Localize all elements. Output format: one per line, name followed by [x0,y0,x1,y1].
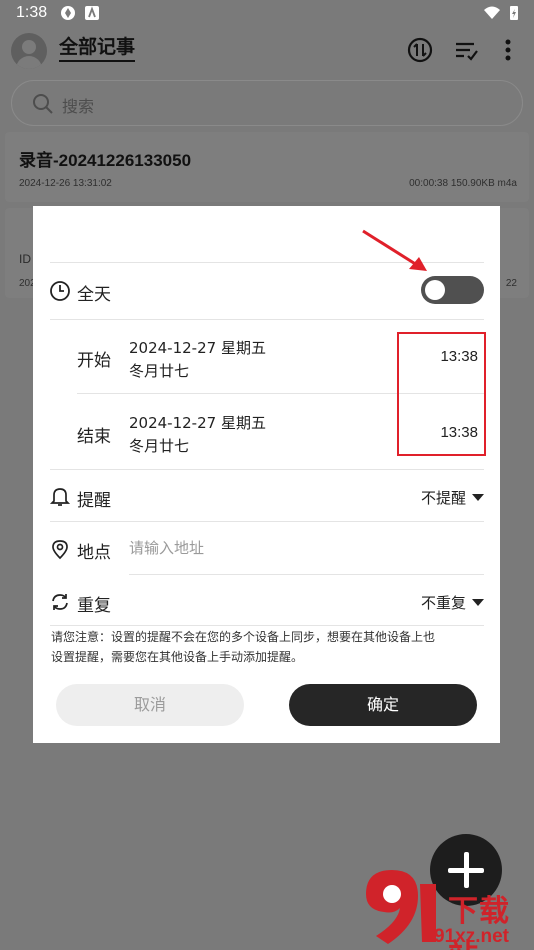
avatar[interactable] [11,33,47,69]
end-date[interactable]: 2024-12-27 星期五 [129,412,266,433]
location-label: 地点 [77,543,111,563]
search-placeholder: 搜索 [62,97,95,116]
annotation-box [397,332,486,456]
divider [50,521,484,522]
repeat-select[interactable]: 不重复 [421,592,484,613]
status-bar: 1:38 [0,0,534,28]
page-title[interactable]: 全部记事 [59,36,136,62]
repeat-label: 重复 [77,596,111,616]
notice-line: 设置提醒，需要您在其他设备上手动添加提醒。 [51,650,304,664]
sync-icon [61,6,75,20]
notification-icon [85,6,99,20]
repeat-value: 不重复 [420,594,466,612]
reminder-label: 提醒 [77,491,111,511]
clock-icon [50,281,70,301]
watermark-url: 91xz.net [434,926,509,947]
note-title: 录音-20241226133050 [19,151,192,170]
note-meta: 00:00:38 150.90KB m4a [409,178,517,189]
battery-icon [510,6,518,20]
status-time: 1:38 [16,4,48,21]
bell-icon [49,488,71,506]
note-card[interactable]: 录音-20241226133050 2024-12-26 13:31:02 00… [5,132,529,202]
divider [50,469,484,470]
divider [129,574,484,575]
reminder-dialog: 全天 开始 2024-12-27 星期五 冬月廿七 13:38 结束 2024-… [33,206,500,743]
note-date: 2024-12-26 13:31:02 [19,178,112,189]
end-label: 结束 [77,427,111,447]
more-vert-icon[interactable] [494,36,522,64]
annotation-arrow [362,229,427,271]
search-icon [33,94,53,114]
cancel-button[interactable]: 取消 [56,684,244,726]
note-id: ID [19,252,31,266]
start-label: 开始 [77,351,111,371]
repeat-icon [52,594,68,610]
location-pin-icon [52,540,68,560]
notice-line: 请您注意：设置的提醒不会在您的多个设备上同步，想要在其他设备上也 [51,630,436,644]
filter-list-icon[interactable] [452,36,480,64]
caret-down-icon [472,599,484,606]
divider [50,319,484,320]
search-bar[interactable]: 搜索 [11,80,523,126]
sync-notice: 请您注意：设置的提醒不会在您的多个设备上同步，想要在其他设备上也 设置提醒，需要… [51,627,485,667]
all-day-label: 全天 [77,285,111,305]
end-lunar-date: 冬月廿七 [129,437,190,455]
wifi-icon [484,6,500,19]
divider [50,625,484,626]
all-day-toggle[interactable] [421,276,484,304]
confirm-button[interactable]: 确定 [289,684,477,726]
caret-down-icon [472,494,484,501]
app-bar: 全部记事 [0,28,534,72]
start-date[interactable]: 2024-12-27 星期五 [129,337,266,358]
sort-circle-icon[interactable] [406,36,434,64]
toggle-knob [425,280,445,300]
start-lunar-date: 冬月廿七 [129,362,190,380]
reminder-value: 不提醒 [420,489,466,507]
reminder-select[interactable]: 不提醒 [421,487,484,508]
address-input[interactable] [129,536,449,560]
note-meta: 22 [505,278,517,289]
